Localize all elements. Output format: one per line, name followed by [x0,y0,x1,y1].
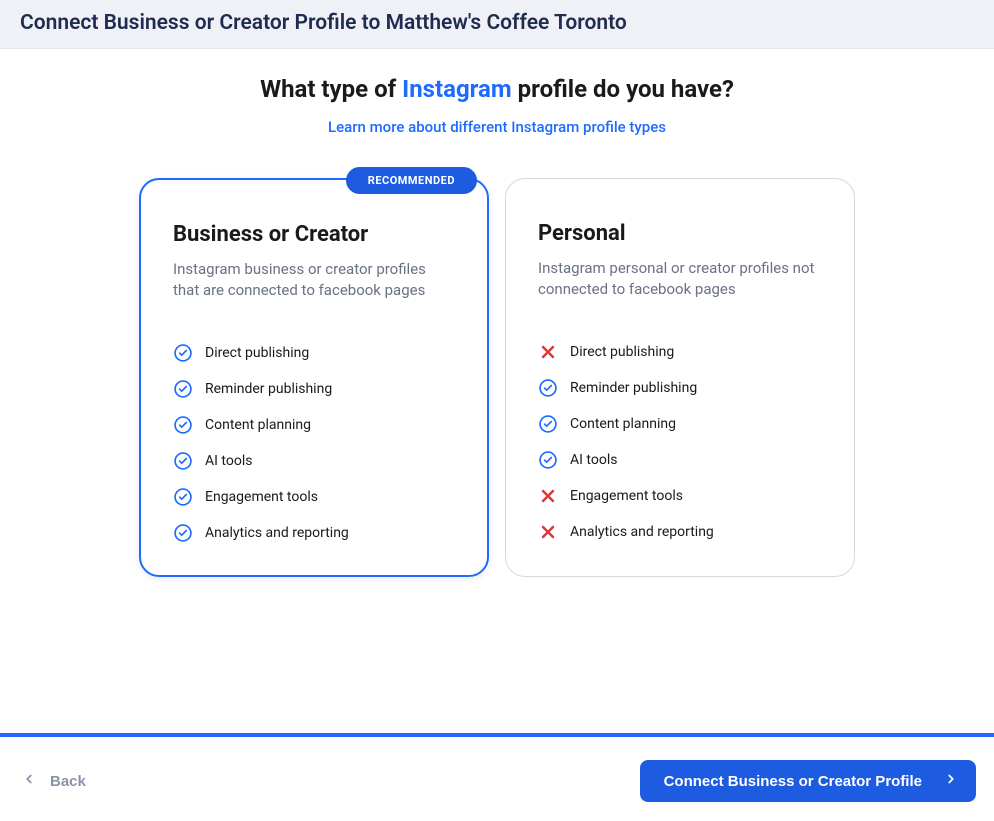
page-title: Connect Business or Creator Profile to M… [20,11,974,35]
feature-list-personal: Direct publishing Reminder publishing Cont… [538,342,822,542]
cross-icon [538,522,558,542]
check-circle-icon [173,343,193,363]
feature-item: Analytics and reporting [173,523,455,543]
feature-label: Analytics and reporting [570,524,714,540]
feature-label: Engagement tools [570,488,683,504]
page-header: Connect Business or Creator Profile to M… [0,0,994,49]
feature-label: AI tools [570,452,617,468]
card-description: Instagram business or creator profiles t… [173,259,455,301]
feature-item: AI tools [538,450,822,470]
question-brand: Instagram [402,75,512,103]
feature-list-business: Direct publishing Reminder publishing Cont… [173,343,455,543]
feature-label: Content planning [570,416,676,432]
feature-label: Reminder publishing [205,381,332,397]
main-content: What type of Instagram profile do you ha… [0,49,994,577]
card-title: Personal [538,221,822,246]
feature-item: Direct publishing [538,342,822,362]
check-circle-icon [173,451,193,471]
feature-label: Reminder publishing [570,380,697,396]
feature-item: Direct publishing [173,343,455,363]
feature-label: Analytics and reporting [205,525,349,541]
connect-button[interactable]: Connect Business or Creator Profile [640,760,976,802]
feature-label: Direct publishing [205,345,309,361]
card-business-creator[interactable]: RECOMMENDED Business or Creator Instagra… [139,178,489,577]
check-circle-icon [173,487,193,507]
feature-item: Content planning [538,414,822,434]
chevron-right-icon [944,772,958,790]
card-personal[interactable]: Personal Instagram personal or creator p… [505,178,855,577]
profile-type-cards: RECOMMENDED Business or Creator Instagra… [0,178,994,577]
profile-type-question: What type of Instagram profile do you ha… [0,75,994,103]
recommended-badge: RECOMMENDED [346,167,477,194]
check-circle-icon [538,450,558,470]
question-prefix: What type of [260,75,402,103]
check-circle-icon [173,379,193,399]
feature-item: Reminder publishing [538,378,822,398]
learn-more-link[interactable]: Learn more about different Instagram pro… [328,118,666,136]
back-label: Back [50,773,86,790]
question-suffix: profile do you have? [512,75,734,103]
connect-label: Connect Business or Creator Profile [664,773,922,790]
card-title: Business or Creator [173,222,455,247]
feature-label: Direct publishing [570,344,674,360]
feature-item: Reminder publishing [173,379,455,399]
feature-item: AI tools [173,451,455,471]
check-circle-icon [538,414,558,434]
chevron-left-icon [22,772,36,790]
cross-icon [538,342,558,362]
progress-bar [0,733,994,737]
feature-item: Engagement tools [173,487,455,507]
card-description: Instagram personal or creator profiles n… [538,258,822,300]
feature-item: Analytics and reporting [538,522,822,542]
feature-item: Engagement tools [538,486,822,506]
check-circle-icon [538,378,558,398]
footer-bar: Back Connect Business or Creator Profile [0,741,994,821]
feature-label: Content planning [205,417,311,433]
check-circle-icon [173,415,193,435]
back-button[interactable]: Back [18,766,90,796]
feature-label: AI tools [205,453,252,469]
feature-label: Engagement tools [205,489,318,505]
cross-icon [538,486,558,506]
check-circle-icon [173,523,193,543]
feature-item: Content planning [173,415,455,435]
